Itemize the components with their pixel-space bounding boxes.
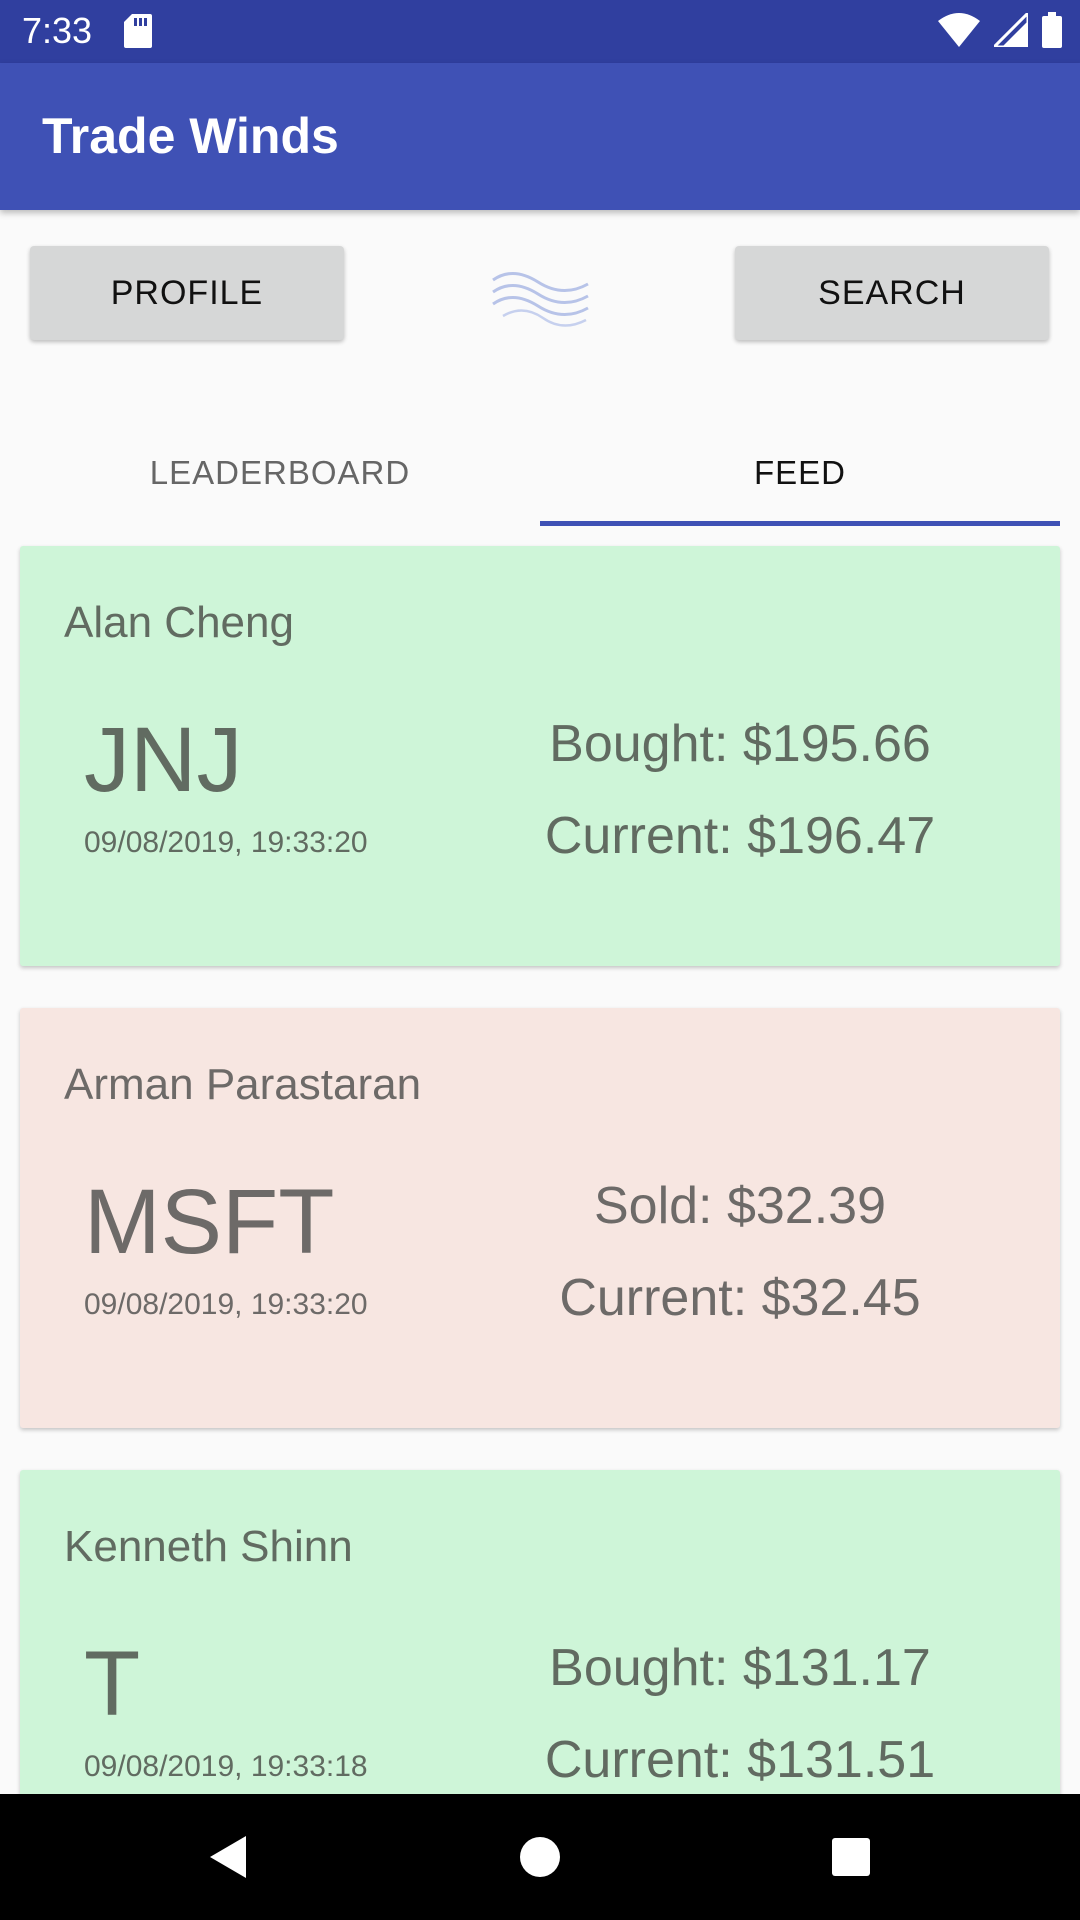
tab-feed[interactable]: FEED [540, 420, 1060, 526]
trader-name: Kenneth Shinn [64, 1522, 353, 1571]
status-icons [938, 9, 1062, 53]
trade-timestamp: 09/08/2019, 19:33:20 [84, 826, 368, 859]
trade-price: Bought: $131.17 [549, 1639, 931, 1697]
tab-indicator [540, 521, 1060, 526]
ticker-symbol: T [84, 1633, 141, 1735]
trade-timestamp: 09/08/2019, 19:33:18 [84, 1750, 368, 1783]
tab-bar: LEADERBOARD FEED [0, 420, 1080, 526]
wind-logo-icon [488, 262, 594, 332]
current-price: Current: $131.51 [544, 1731, 936, 1789]
trade-timestamp: 09/08/2019, 19:33:20 [84, 1288, 368, 1321]
app-title: Trade Winds [42, 108, 339, 164]
wifi-icon [938, 13, 980, 52]
status-bar: 7:33 [0, 0, 1080, 63]
tab-leaderboard[interactable]: LEADERBOARD [20, 420, 540, 526]
trader-name: Arman Parastaran [64, 1060, 422, 1109]
ticker-symbol: JNJ [84, 709, 243, 811]
status-time: 7:33 [22, 10, 93, 51]
feed-card[interactable]: Arman Parastaran MSFT 09/08/2019, 19:33:… [20, 1008, 1060, 1428]
trade-price: Sold: $32.39 [593, 1177, 887, 1235]
home-icon[interactable] [515, 1832, 565, 1882]
profile-button[interactable]: PROFILE [30, 246, 344, 340]
back-icon[interactable] [204, 1832, 254, 1882]
search-button[interactable]: SEARCH [735, 246, 1049, 340]
trader-name: Alan Cheng [64, 598, 294, 647]
ticker-symbol: MSFT [84, 1171, 335, 1273]
recents-icon[interactable] [826, 1832, 876, 1882]
app-bar: Trade Winds [0, 63, 1080, 210]
sd-card-icon [124, 14, 152, 53]
battery-icon [1042, 12, 1062, 53]
feed-card[interactable]: Alan Cheng JNJ 09/08/2019, 19:33:20 Boug… [20, 546, 1060, 966]
navigation-bar [0, 1794, 1080, 1920]
trade-price: Bought: $195.66 [549, 715, 931, 773]
current-price: Current: $196.47 [544, 807, 936, 865]
signal-icon [990, 9, 1030, 52]
current-price: Current: $32.45 [559, 1269, 921, 1327]
